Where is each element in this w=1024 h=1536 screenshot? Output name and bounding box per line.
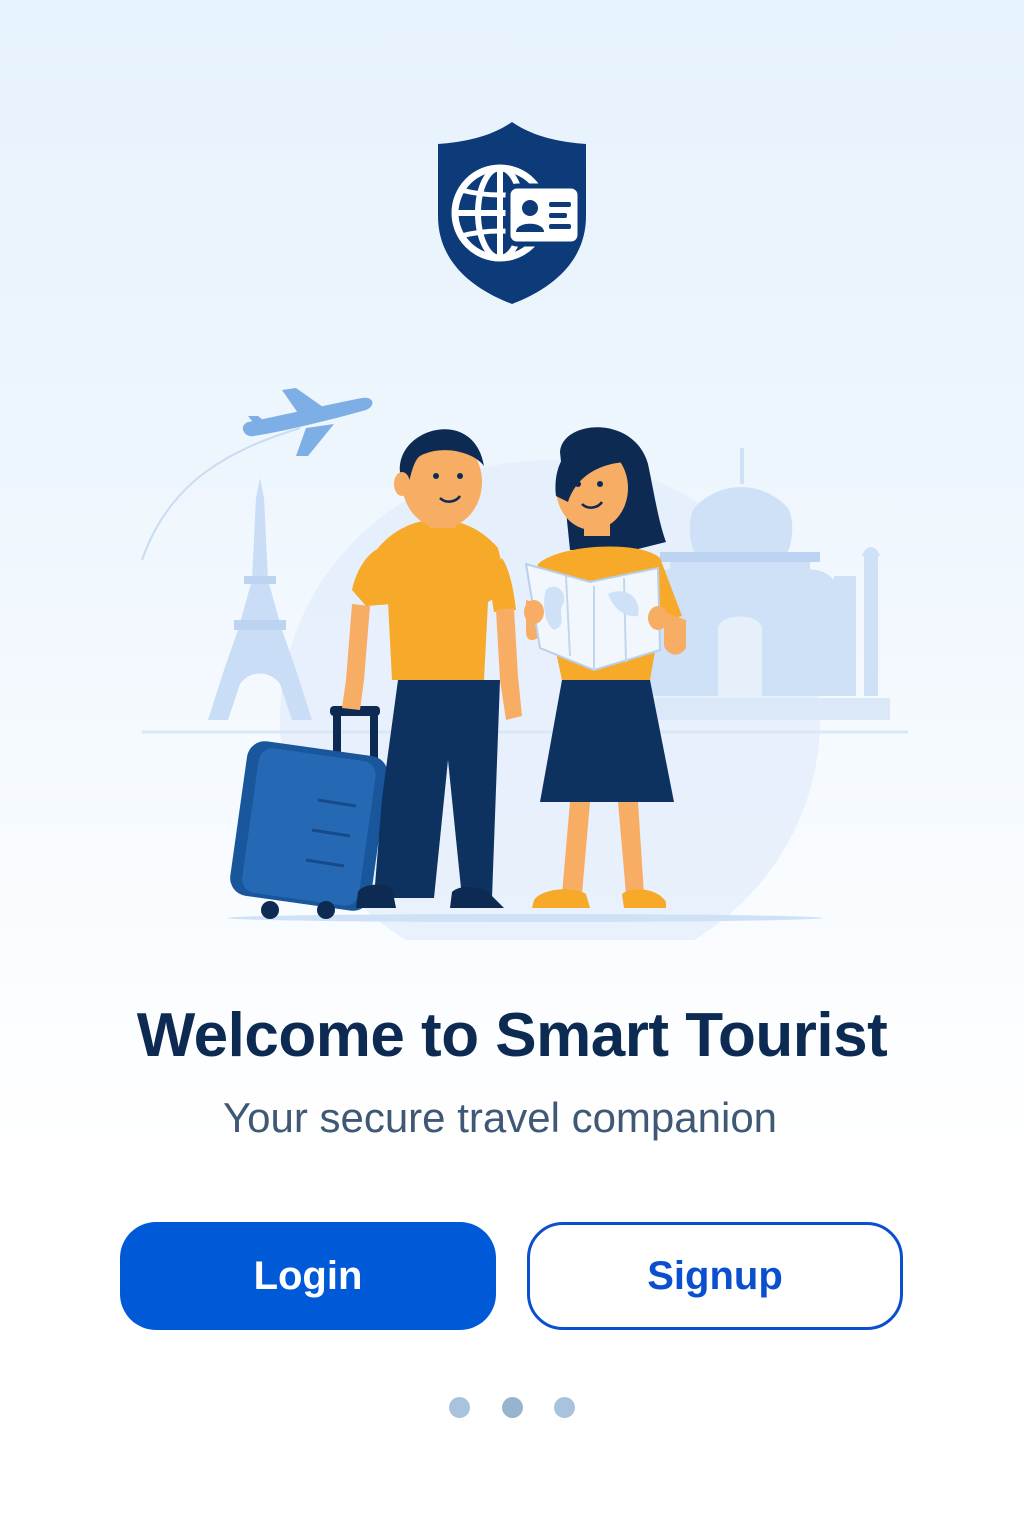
welcome-screen: Welcome to Smart Tourist Your secure tra… — [0, 0, 1024, 1536]
page-dot-2[interactable] — [501, 1397, 523, 1418]
welcome-title: Welcome to Smart Tourist — [136, 1001, 888, 1070]
signup-button[interactable]: Signup — [527, 1222, 903, 1330]
flight-path — [141, 427, 301, 561]
airplane-icon — [242, 388, 373, 456]
page-dot-1[interactable] — [449, 1397, 470, 1418]
page-indicator — [449, 1397, 575, 1419]
eiffel-tower-icon — [208, 478, 312, 720]
login-button-label: Login — [253, 1253, 363, 1298]
shield-globe-id-icon — [438, 122, 586, 304]
login-button[interactable]: Login — [120, 1222, 496, 1330]
welcome-subtitle: Your secure travel companion — [222, 1094, 778, 1141]
ground-shadow — [227, 914, 823, 922]
hero-illustration — [141, 388, 908, 940]
page-dot-3[interactable] — [554, 1397, 575, 1418]
signup-button-label: Signup — [647, 1253, 783, 1298]
